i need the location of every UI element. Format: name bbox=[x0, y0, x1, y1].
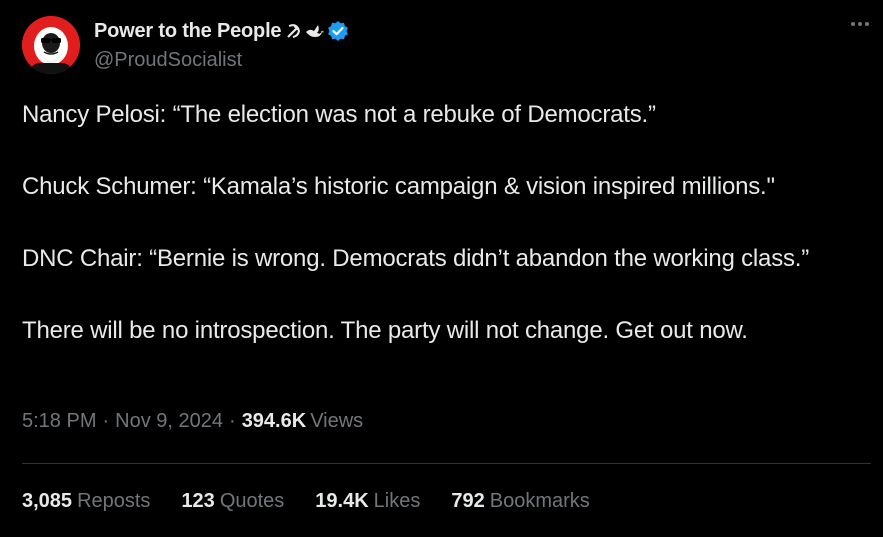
reposts-stat[interactable]: 3,085 Reposts bbox=[22, 490, 150, 513]
views-count: 394.6K bbox=[241, 410, 307, 432]
bookmarks-label: Bookmarks bbox=[489, 490, 590, 512]
hammer-sickle-icon bbox=[287, 24, 301, 38]
more-options-icon[interactable] bbox=[851, 22, 869, 26]
dove-icon bbox=[306, 25, 324, 37]
bookmarks-count: 792 bbox=[451, 490, 485, 512]
author-display-name[interactable]: Power to the People bbox=[94, 20, 282, 43]
quotes-count: 123 bbox=[181, 490, 215, 512]
portrait-icon bbox=[22, 16, 80, 74]
tweet-paragraph: There will be no introspection. The part… bbox=[22, 317, 748, 344]
quotes-stat[interactable]: 123 Quotes bbox=[181, 490, 284, 513]
meta-separator: · bbox=[102, 410, 110, 432]
verified-badge-icon[interactable] bbox=[327, 20, 349, 42]
reposts-count: 3,085 bbox=[22, 490, 73, 512]
tweet-detail: Power to the People @ProudSocialist Nanc bbox=[0, 0, 883, 537]
quotes-label: Quotes bbox=[219, 490, 285, 512]
tweet-meta: 5:18 PM · Nov 9, 2024 · 394.6K Views bbox=[22, 410, 363, 433]
author-name-row[interactable]: Power to the People bbox=[94, 18, 349, 44]
tweet-text: Nancy Pelosi: “The election was not a re… bbox=[22, 97, 862, 349]
tweet-paragraph: Nancy Pelosi: “The election was not a re… bbox=[22, 101, 656, 128]
views-label: Views bbox=[310, 410, 364, 432]
likes-stat[interactable]: 19.4K Likes bbox=[315, 490, 420, 513]
divider bbox=[22, 463, 871, 464]
tweet-paragraph: Chuck Schumer: “Kamala’s historic campai… bbox=[22, 173, 775, 200]
engagement-stats: 3,085 Reposts 123 Quotes 19.4K Likes 792 Boo… bbox=[22, 490, 621, 513]
tweet-date[interactable]: Nov 9, 2024 bbox=[115, 410, 223, 433]
author-handle[interactable]: @ProudSocialist bbox=[94, 49, 242, 72]
likes-label: Likes bbox=[373, 490, 421, 512]
reposts-label: Reposts bbox=[77, 490, 151, 512]
avatar[interactable] bbox=[22, 16, 80, 74]
likes-count: 19.4K bbox=[315, 490, 369, 512]
tweet-time[interactable]: 5:18 PM bbox=[22, 410, 96, 433]
name-emojis bbox=[285, 22, 324, 40]
meta-separator: · bbox=[229, 410, 236, 432]
bookmarks-stat[interactable]: 792 Bookmarks bbox=[451, 490, 589, 513]
tweet-paragraph: DNC Chair: “Bernie is wrong. Democrats d… bbox=[22, 245, 810, 272]
